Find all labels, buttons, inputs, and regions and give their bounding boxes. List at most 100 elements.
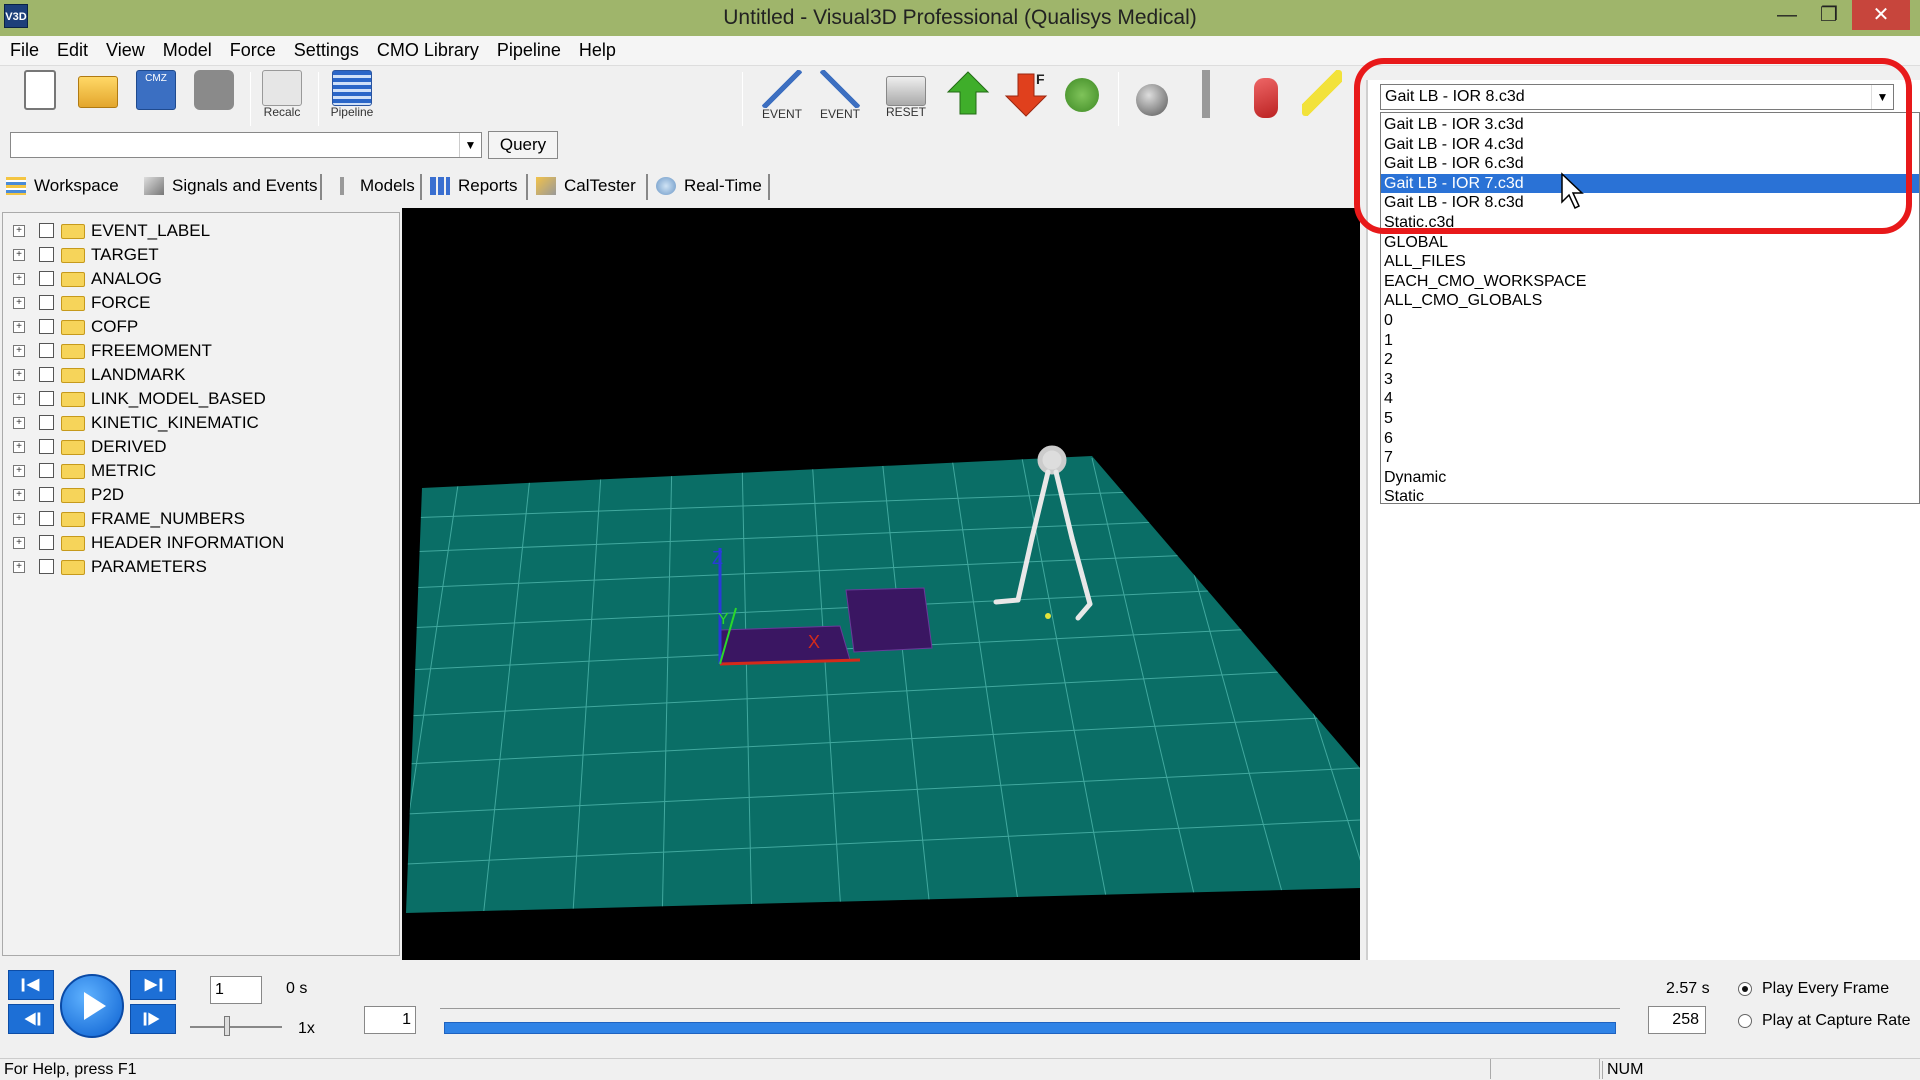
current-frame-input[interactable]: 1 [210, 976, 262, 1004]
menu-cmo-library[interactable]: CMO Library [367, 36, 487, 61]
tree-checkbox[interactable] [39, 367, 54, 382]
play-capture-rate-radio[interactable] [1738, 1014, 1752, 1028]
tree-checkbox[interactable] [39, 463, 54, 478]
expand-icon[interactable]: + [13, 513, 25, 525]
app-icon[interactable]: V3D [4, 4, 28, 28]
skip-to-end-button[interactable] [130, 970, 176, 1000]
dropdown-option[interactable]: ALL_CMO_GLOBALS [1381, 291, 1919, 311]
expand-icon[interactable]: + [13, 249, 25, 261]
expand-icon[interactable]: + [13, 561, 25, 573]
expand-icon[interactable]: + [13, 465, 25, 477]
expand-icon[interactable]: + [13, 225, 25, 237]
chevron-down-icon[interactable]: ▼ [459, 133, 481, 157]
timeline-range-bar[interactable] [444, 1022, 1616, 1034]
event-button-2[interactable]: EVENT [814, 70, 866, 126]
tree-checkbox[interactable] [39, 295, 54, 310]
pipeline-button[interactable]: Pipeline [326, 70, 378, 126]
dropdown-option[interactable]: 2 [1381, 350, 1919, 370]
step-forward-button[interactable] [130, 1004, 176, 1034]
tab-models[interactable]: Models [326, 170, 415, 202]
menu-file[interactable]: File [0, 36, 47, 61]
sphere-toggle-button[interactable] [1126, 70, 1178, 126]
dropdown-option[interactable]: ALL_FILES [1381, 252, 1919, 272]
dropdown-option[interactable]: 5 [1381, 409, 1919, 429]
tree-checkbox[interactable] [39, 415, 54, 430]
menu-view[interactable]: View [96, 36, 153, 61]
tab-caltester[interactable]: CalTester [530, 170, 636, 202]
tree-checkbox[interactable] [39, 247, 54, 262]
open-file-button[interactable] [72, 70, 124, 126]
expand-icon[interactable]: + [13, 537, 25, 549]
tab-reports[interactable]: Reports [424, 170, 518, 202]
tab-workspace[interactable]: Workspace [0, 170, 119, 202]
pipeline-label: Pipeline [330, 105, 374, 119]
play-button[interactable] [60, 974, 124, 1038]
menu-pipeline[interactable]: Pipeline [487, 36, 569, 61]
tree-checkbox[interactable] [39, 487, 54, 502]
arrow-up-button[interactable] [942, 70, 994, 126]
save-cmz-button[interactable]: CMZ [130, 70, 182, 126]
axis-z-label: Z [712, 548, 723, 568]
restore-button[interactable]: ❐ [1806, 0, 1852, 30]
recalc-button[interactable]: Recalc [256, 70, 308, 126]
vector-toggle-button[interactable] [1296, 70, 1348, 126]
tree-checkbox[interactable] [39, 391, 54, 406]
dropdown-option[interactable]: 7 [1381, 448, 1919, 468]
expand-icon[interactable]: + [13, 441, 25, 453]
segment-toggle-button[interactable] [1056, 70, 1108, 126]
tree-checkbox[interactable] [39, 223, 54, 238]
play-capture-rate-label: Play at Capture Rate [1762, 1012, 1911, 1029]
close-button[interactable]: ✕ [1852, 0, 1910, 30]
dropdown-option[interactable]: EACH_CMO_WORKSPACE [1381, 272, 1919, 292]
end-frame-input[interactable]: 258 [1648, 1006, 1706, 1034]
new-file-button[interactable] [14, 70, 66, 126]
dropdown-option[interactable]: Static [1381, 487, 1919, 503]
dropdown-option[interactable]: 0 [1381, 311, 1919, 331]
menu-force[interactable]: Force [220, 36, 284, 61]
tree-checkbox[interactable] [39, 319, 54, 334]
expand-icon[interactable]: + [13, 345, 25, 357]
dropdown-option[interactable]: 6 [1381, 429, 1919, 449]
step-back-button[interactable] [8, 1004, 54, 1034]
start-frame-input[interactable]: 1 [364, 1006, 416, 1034]
dropdown-option[interactable]: GLOBAL [1381, 233, 1919, 253]
reset-button[interactable]: RESET [880, 70, 932, 126]
menu-settings[interactable]: Settings [284, 36, 367, 61]
tree-checkbox[interactable] [39, 343, 54, 358]
expand-icon[interactable]: + [13, 417, 25, 429]
query-button[interactable]: Query [488, 131, 558, 159]
tab-real-time[interactable]: Real-Time [650, 170, 762, 202]
speed-slider-track[interactable] [190, 1026, 282, 1028]
folder-icon [61, 464, 85, 479]
force-down-button[interactable]: F [1000, 70, 1052, 126]
menu-help[interactable]: Help [569, 36, 624, 61]
menu-edit[interactable]: Edit [47, 36, 96, 61]
expand-icon[interactable]: + [13, 321, 25, 333]
menu-model[interactable]: Model [153, 36, 220, 61]
dropdown-option[interactable]: 4 [1381, 389, 1919, 409]
dropdown-option[interactable]: 1 [1381, 331, 1919, 351]
tree-checkbox[interactable] [39, 271, 54, 286]
expand-icon[interactable]: + [13, 393, 25, 405]
skip-to-start-button[interactable] [8, 970, 54, 1000]
dropdown-option[interactable]: 3 [1381, 370, 1919, 390]
query-combo[interactable]: ▼ [10, 132, 482, 158]
segment-red-toggle-button[interactable] [1240, 70, 1292, 126]
event-button-1[interactable]: EVENT [756, 70, 808, 126]
skeleton-toggle-button[interactable] [1180, 70, 1232, 126]
add-button[interactable] [188, 70, 240, 126]
dropdown-option[interactable]: Dynamic [1381, 468, 1919, 488]
tree-checkbox[interactable] [39, 511, 54, 526]
speed-slider-thumb[interactable] [224, 1016, 230, 1036]
tab-signals-and-events[interactable]: Signals and Events [138, 170, 318, 202]
expand-icon[interactable]: + [13, 489, 25, 501]
expand-icon[interactable]: + [13, 297, 25, 309]
expand-icon[interactable]: + [13, 369, 25, 381]
expand-icon[interactable]: + [13, 273, 25, 285]
3d-viewport[interactable]: Z Y X [402, 208, 1360, 960]
tree-checkbox[interactable] [39, 535, 54, 550]
minimize-button[interactable]: — [1764, 0, 1810, 30]
tree-checkbox[interactable] [39, 559, 54, 574]
tree-checkbox[interactable] [39, 439, 54, 454]
play-every-frame-radio[interactable] [1738, 982, 1752, 996]
